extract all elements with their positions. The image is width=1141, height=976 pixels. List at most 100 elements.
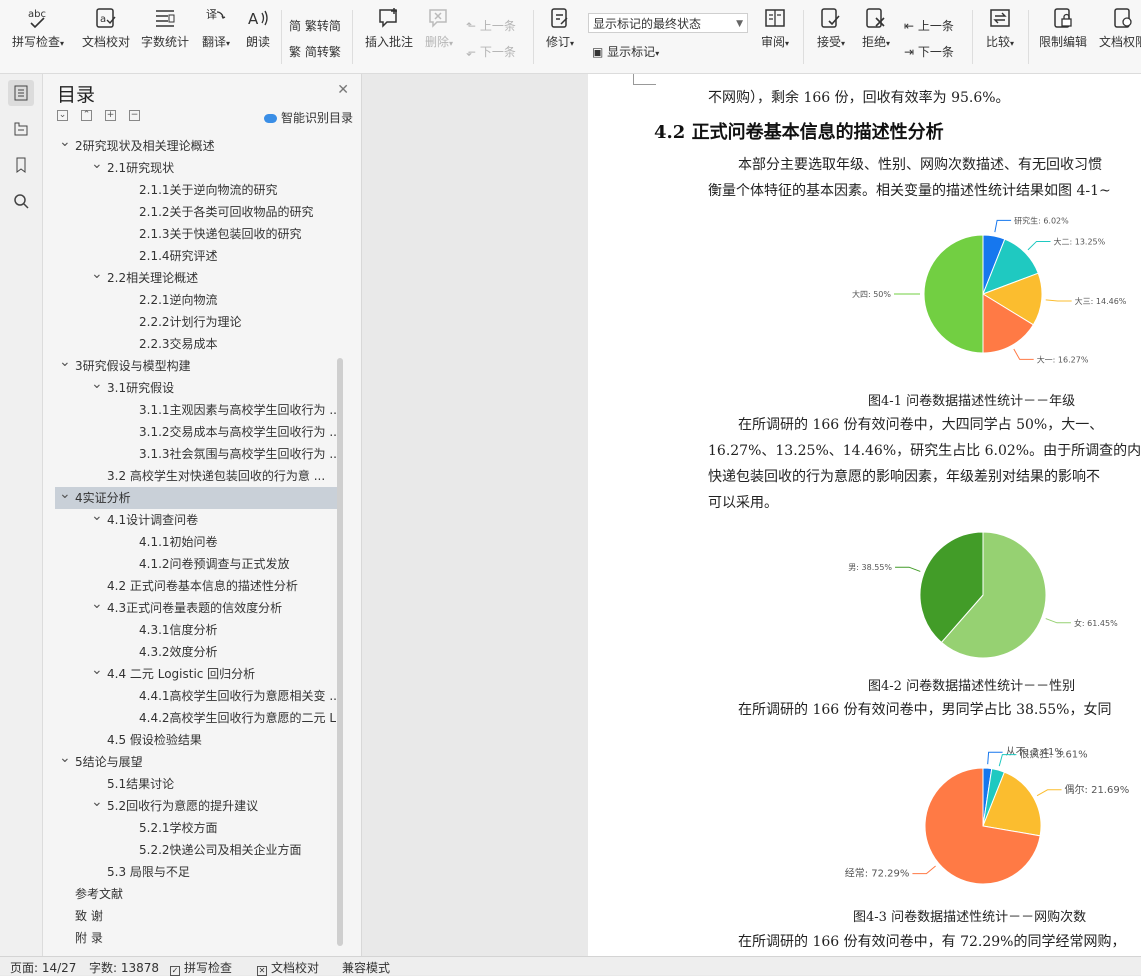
toc-item[interactable]: ⌄ 2.2相关理论概述: [55, 267, 337, 289]
prev-change-button[interactable]: ⇤ 上一条: [904, 17, 954, 34]
toc-item[interactable]: 4.3.2效度分析: [55, 641, 337, 663]
toc-item[interactable]: 5.1结果讨论: [55, 773, 337, 795]
trad-to-simp-button[interactable]: 简 繁转简: [289, 17, 341, 34]
toc-item[interactable]: 参考文献: [55, 883, 337, 905]
word-count-button[interactable]: 字数统计: [138, 6, 192, 50]
add-level-icon[interactable]: +: [105, 110, 116, 121]
chevron-down-icon[interactable]: ⌄: [91, 795, 103, 813]
chevron-down-icon[interactable]: ⌄: [91, 377, 103, 395]
toc-item-label: 2.2.1逆向物流: [139, 293, 218, 307]
toc-item[interactable]: 4.3.1信度分析: [55, 619, 337, 641]
data-label: 大二: 13.25%: [1054, 236, 1106, 246]
restrict-editing-button[interactable]: 限制编辑: [1036, 6, 1090, 50]
toc-item[interactable]: 4.4.2高校学生回收行为意愿的二元 L ...: [55, 707, 337, 729]
markup-state-dropdown[interactable]: 显示标记的最终状态 ▼: [588, 13, 748, 33]
toc-item[interactable]: 4.2 正式问卷基本信息的描述性分析: [55, 575, 337, 597]
svg-text:译: 译: [206, 8, 217, 21]
read-aloud-button[interactable]: A 朗读: [240, 6, 276, 50]
toc-item[interactable]: 2.1.1关于逆向物流的研究: [55, 179, 337, 201]
toc-item[interactable]: 致 谢: [55, 905, 337, 927]
toc-item[interactable]: 2.2.3交易成本: [55, 333, 337, 355]
toc-item-label: 2.1研究现状: [107, 161, 175, 175]
chevron-down-icon[interactable]: ⌄: [59, 135, 71, 153]
toc-item[interactable]: 4.1.2问卷预调查与正式发放: [55, 553, 337, 575]
doc-proof-button[interactable]: a 文档校对: [78, 6, 134, 50]
toc-item[interactable]: 5.2.1学校方面: [55, 817, 337, 839]
smart-toc-button[interactable]: 智能识别目录: [263, 109, 353, 126]
toc-item[interactable]: ⌄ 2研究现状及相关理论概述: [55, 135, 337, 157]
toc-item[interactable]: ⌄ 3研究假设与模型构建: [55, 355, 337, 377]
toc-item-label: 3.2 高校学生对快递包装回收的行为意 ...: [107, 469, 326, 483]
toc-item[interactable]: 2.1.3关于快递包装回收的研究: [55, 223, 337, 245]
bookmark-button[interactable]: [8, 152, 34, 178]
simp-to-trad-button[interactable]: 繁 简转繁: [289, 43, 341, 60]
reject-icon: [866, 8, 885, 28]
toc-item[interactable]: 2.1.4研究评述: [55, 245, 337, 267]
toc-item[interactable]: ⌄ 4.3正式问卷量表题的信效度分析: [55, 597, 337, 619]
track-changes-button[interactable]: 修订▾: [540, 6, 580, 50]
status-spell-check[interactable]: ✓ 拼写检查: [170, 959, 232, 976]
toc-item[interactable]: 4.4.1高校学生回收行为意愿相关变 ...: [55, 685, 337, 707]
toc-item[interactable]: 3.2 高校学生对快递包装回收的行为意 ...: [55, 465, 337, 487]
prev-comment-button[interactable]: ⬑ 上一条: [466, 17, 516, 34]
toc-item[interactable]: ⌄ 4.1设计调查问卷: [55, 509, 337, 531]
chevron-down-icon[interactable]: ⌄: [91, 267, 103, 285]
toc-item[interactable]: 5.2.2快递公司及相关企业方面: [55, 839, 337, 861]
toc-item[interactable]: ⌄ 4实证分析: [55, 487, 337, 509]
page-indicator[interactable]: 页面: 14/27: [10, 959, 76, 976]
compare-icon: [990, 9, 1010, 27]
toc-item[interactable]: 4.1.1初始问卷: [55, 531, 337, 553]
insert-comment-icon: [379, 8, 397, 28]
toc-item[interactable]: 3.1.2交易成本与高校学生回收行为 ...: [55, 421, 337, 443]
toc-panel-button[interactable]: [8, 80, 34, 106]
data-label: 研究生: 6.02%: [1014, 215, 1069, 225]
status-doc-proof[interactable]: ✕ 文档校对: [257, 959, 319, 976]
chevron-down-icon[interactable]: ⌄: [59, 751, 71, 769]
insert-comment-button[interactable]: 插入批注: [362, 6, 416, 50]
toc-item-label: 5.3 局限与不足: [107, 865, 190, 879]
toc-scrollbar[interactable]: [337, 358, 343, 946]
toc-item[interactable]: ⌄ 4.4 二元 Logistic 回归分析: [55, 663, 337, 685]
chevron-down-icon[interactable]: ⌄: [91, 663, 103, 681]
chevron-down-icon[interactable]: ⌄: [59, 487, 71, 505]
chevron-down-icon[interactable]: ⌄: [59, 355, 71, 373]
chapter-nav-button[interactable]: [8, 116, 34, 142]
toc-item[interactable]: 附 录: [55, 927, 337, 949]
next-comment-button[interactable]: ⬐ 下一条: [466, 43, 516, 60]
translate-button[interactable]: 译 翻译▾: [196, 6, 236, 50]
toc-item[interactable]: 3.1.1主观因素与高校学生回收行为 ...: [55, 399, 337, 421]
toc-item[interactable]: 2.2.2计划行为理论: [55, 311, 337, 333]
toc-item[interactable]: ⌄ 2.1研究现状: [55, 157, 337, 179]
spell-check-button[interactable]: abc 拼写检查▾: [8, 6, 68, 50]
toc-item[interactable]: 2.1.2关于各类可回收物品的研究: [55, 201, 337, 223]
search-button[interactable]: [8, 188, 34, 214]
close-icon[interactable]: ✕: [337, 82, 349, 98]
next-change-icon: ⇥: [904, 45, 915, 59]
word-count-indicator[interactable]: 字数: 13878: [89, 959, 159, 976]
expand-up-icon[interactable]: ⌃: [81, 110, 92, 121]
chevron-down-icon[interactable]: ⌄: [91, 597, 103, 615]
toc-item[interactable]: 5.3 局限与不足: [55, 861, 337, 883]
chevron-down-icon[interactable]: ⌄: [91, 157, 103, 175]
compare-button[interactable]: 比较▾: [980, 6, 1020, 50]
delete-comment-button[interactable]: 删除▾: [420, 6, 458, 50]
simp-to-trad-icon: 繁: [289, 45, 302, 59]
pie-chart-shopping-frequency: 从不: 2.41%很疯狂: 3.61%偶尔: 21.69%经常: 72.29%: [845, 747, 1129, 885]
toolbar-divider: [352, 10, 353, 64]
collapse-all-icon[interactable]: ⌄: [57, 110, 68, 121]
chevron-down-icon[interactable]: ⌄: [91, 509, 103, 527]
doc-permission-button[interactable]: 文档权限: [1096, 6, 1141, 50]
toc-item[interactable]: ⌄ 5.2回收行为意愿的提升建议: [55, 795, 337, 817]
toc-item[interactable]: 4.5 假设检验结果: [55, 729, 337, 751]
toc-item[interactable]: 2.2.1逆向物流: [55, 289, 337, 311]
show-markup-button[interactable]: ▣ 显示标记▾: [592, 43, 659, 60]
next-change-button[interactable]: ⇥ 下一条: [904, 43, 954, 60]
toc-item[interactable]: 3.1.3社会氛围与高校学生回收行为 ...: [55, 443, 337, 465]
accept-button[interactable]: 接受▾: [811, 6, 851, 50]
toc-item[interactable]: ⌄ 5结论与展望: [55, 751, 337, 773]
toc-item[interactable]: ⌄ 3.1研究假设: [55, 377, 337, 399]
remove-level-icon[interactable]: −: [129, 110, 140, 121]
reject-button[interactable]: 拒绝▾: [856, 6, 896, 50]
review-button[interactable]: 审阅▾: [756, 6, 794, 50]
trad-to-simp-icon: 简: [289, 19, 302, 33]
